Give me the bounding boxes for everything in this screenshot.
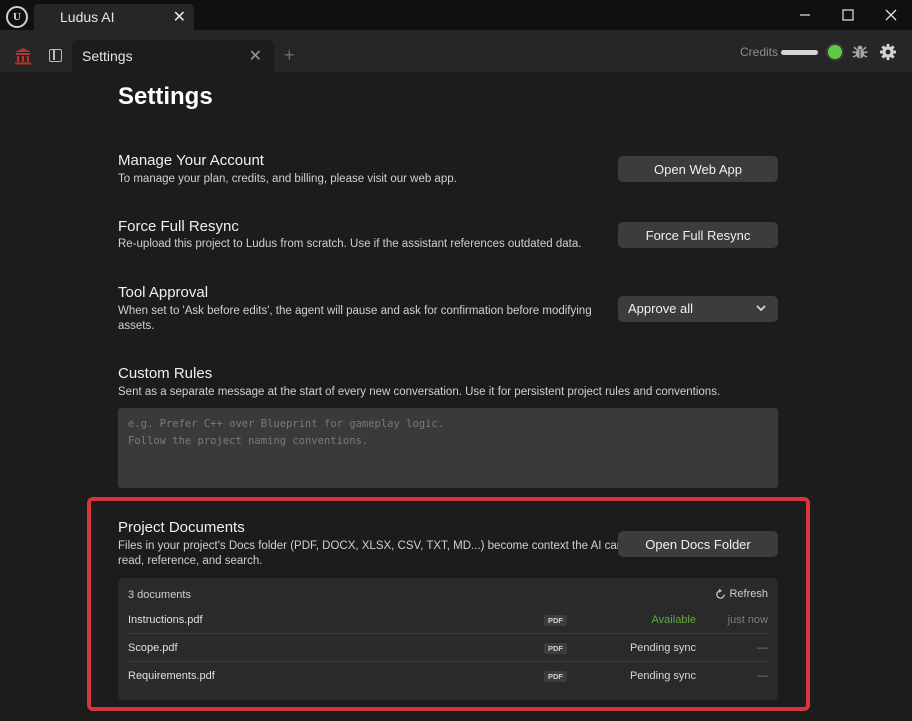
chevron-down-icon — [756, 305, 766, 312]
credits-label: Credits — [740, 45, 779, 59]
open-web-app-button[interactable]: Open Web App — [618, 156, 778, 182]
custom-rules-textarea[interactable]: e.g. Prefer C++ over Blueprint for gamep… — [118, 408, 778, 488]
ludus-temple-icon[interactable] — [14, 47, 32, 70]
close-icon — [885, 9, 897, 21]
custom-rules-description: Sent as a separate message at the start … — [118, 386, 721, 398]
maximize-icon — [842, 9, 854, 21]
page-title: Settings — [118, 83, 213, 110]
close-icon[interactable]: ✕ — [249, 46, 262, 66]
account-section-description: To manage your plan, credits, and billin… — [118, 173, 457, 185]
new-tab-button[interactable]: + — [284, 45, 295, 66]
custom-rules-section-title: Custom Rules — [118, 365, 213, 382]
status-indicator — [828, 45, 842, 59]
sidebar-toggle-icon[interactable] — [49, 49, 62, 62]
resync-section-description: Re-upload this project to Ludus from scr… — [118, 238, 582, 250]
bug-icon[interactable] — [851, 43, 869, 66]
unreal-logo-icon: U — [6, 6, 28, 28]
close-icon[interactable]: ✕ — [173, 7, 186, 27]
custom-rules-placeholder-line2: Follow the project naming conventions. — [128, 435, 369, 447]
minimize-icon — [800, 14, 810, 16]
force-resync-button[interactable]: Force Full Resync — [618, 222, 778, 248]
tool-approval-description-line2: assets. — [118, 320, 155, 332]
window-tab[interactable]: Ludus AI ✕ — [34, 4, 194, 30]
account-section-title: Manage Your Account — [118, 152, 264, 169]
tool-approval-description-line1: When set to 'Ask before edits', the agen… — [118, 305, 592, 317]
tab-settings-label: Settings — [82, 48, 133, 64]
resync-section-title: Force Full Resync — [118, 218, 239, 235]
maximize-button[interactable] — [827, 0, 869, 30]
window-close-button[interactable] — [870, 0, 912, 30]
window-tab-label: Ludus AI — [60, 9, 115, 25]
window-titlebar: U Ludus AI ✕ — [0, 0, 912, 30]
minimize-button[interactable] — [784, 0, 826, 30]
tool-approval-select[interactable]: Approve all — [618, 296, 778, 322]
highlight-box — [87, 497, 810, 711]
credits-bar — [781, 50, 818, 55]
custom-rules-placeholder-line1: e.g. Prefer C++ over Blueprint for gamep… — [128, 418, 445, 430]
gear-icon[interactable] — [879, 43, 897, 66]
tab-settings[interactable]: Settings ✕ — [72, 40, 274, 72]
tool-approval-section-title: Tool Approval — [118, 284, 209, 301]
tool-approval-selected-value: Approve all — [628, 301, 694, 316]
